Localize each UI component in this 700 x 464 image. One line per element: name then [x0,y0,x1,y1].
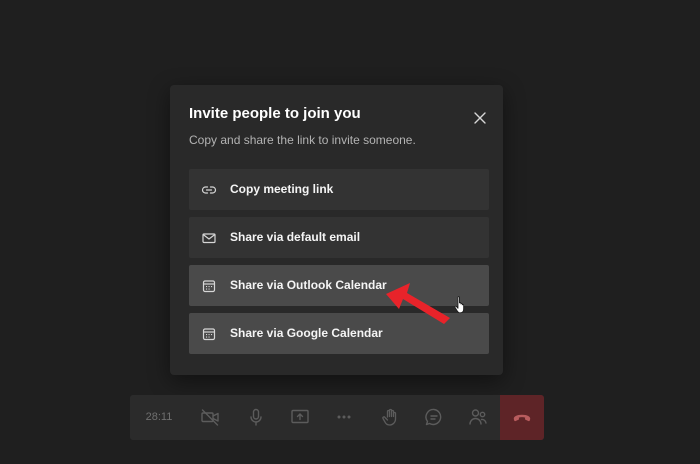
close-icon [474,112,486,124]
share-screen-button[interactable] [278,395,322,440]
share-google-calendar-label: Share via Google Calendar [230,326,383,340]
hang-up-icon [513,414,531,422]
copy-meeting-link-label: Copy meeting link [230,182,334,196]
participants-button[interactable] [456,395,500,440]
call-controls-bar: 28:11 [130,395,544,440]
copy-meeting-link-option[interactable]: Copy meeting link [189,169,489,210]
calendar-icon [201,326,217,342]
microphone-button[interactable] [234,395,278,440]
dialog-title: Invite people to join you [189,105,361,122]
hang-up-button[interactable] [500,395,544,440]
annotation-arrow-icon [386,283,450,324]
participants-icon [469,409,487,425]
share-screen-icon [291,409,309,424]
microphone-icon [250,408,262,426]
video-off-icon [201,409,219,426]
calendar-icon [201,278,217,294]
call-timer: 28:11 [145,411,173,423]
hand-pointer-cursor-icon [454,296,464,314]
close-button[interactable] [472,110,488,126]
raise-hand-button[interactable] [368,395,412,440]
raise-hand-icon [382,408,397,426]
more-options-icon [337,415,351,419]
more-options-button[interactable] [322,395,366,440]
link-icon [201,182,217,198]
share-default-email-option[interactable]: Share via default email [189,217,489,258]
chat-icon [425,408,442,426]
invite-dialog: Invite people to join you Copy and share… [170,85,503,375]
mail-icon [201,230,217,246]
share-outlook-calendar-label: Share via Outlook Calendar [230,278,387,292]
share-default-email-label: Share via default email [230,230,361,244]
dialog-subtitle: Copy and share the link to invite someon… [189,133,416,147]
camera-toggle-button[interactable] [188,395,232,440]
chat-button[interactable] [412,395,456,440]
